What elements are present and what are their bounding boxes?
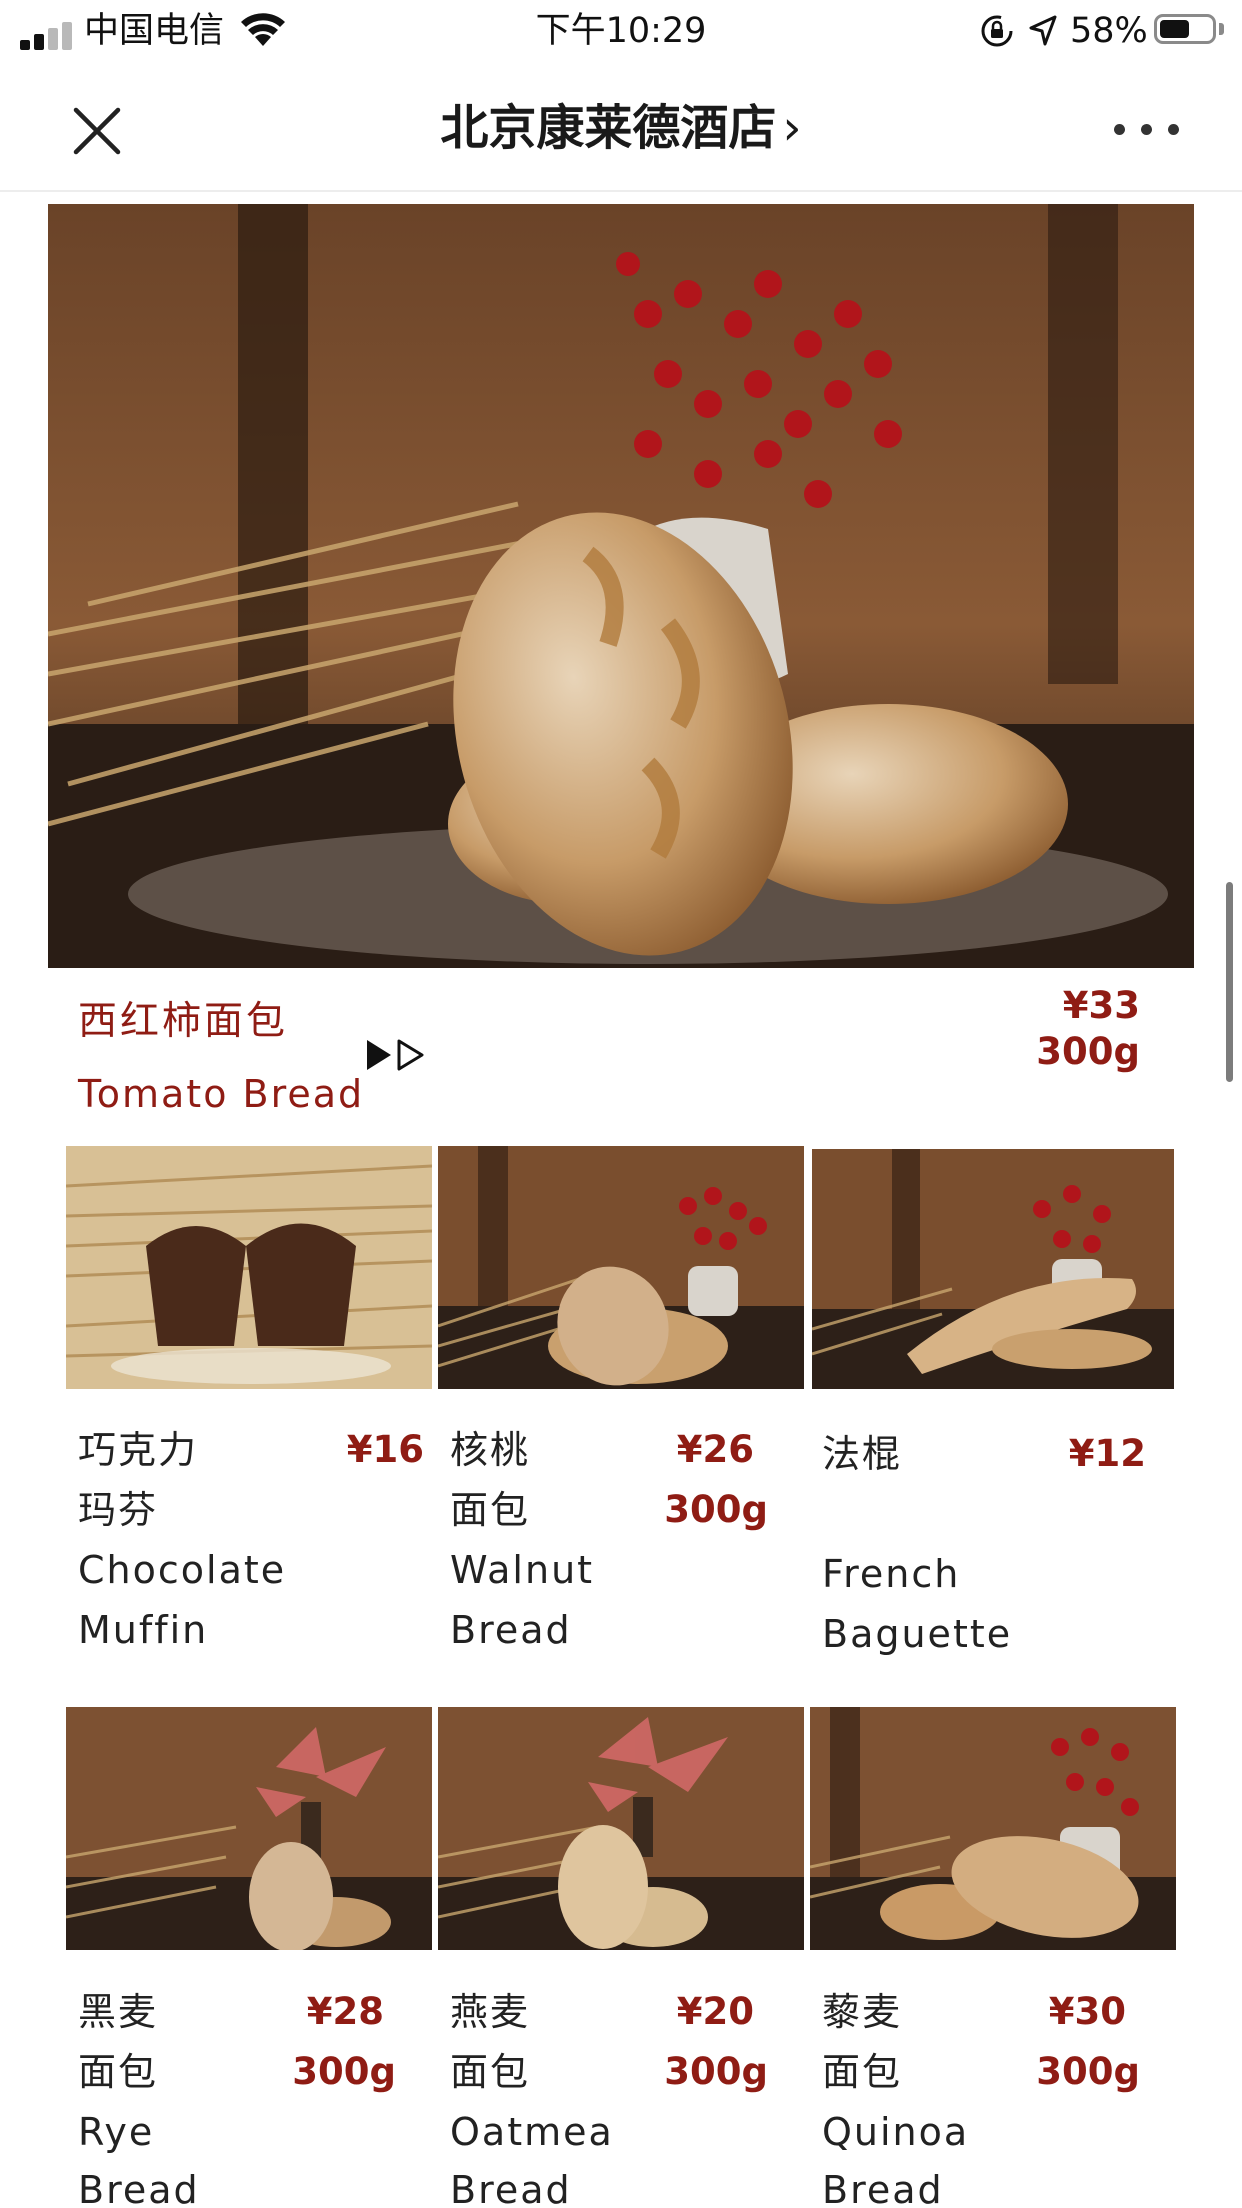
play-icon[interactable] <box>364 1036 428 1074</box>
product-5-en2: Bread <box>450 2168 572 2208</box>
chevron-right-icon: › <box>782 100 802 156</box>
product-1-en1: Chocolate <box>78 1548 287 1592</box>
product-6-price: ¥30 <box>1048 1990 1126 2033</box>
nav-bar: 北京康莱德酒店 › <box>0 62 1242 192</box>
battery-cap <box>1219 23 1224 35</box>
product-5-zh2: 面包 <box>450 2050 531 2094</box>
product-4-zh1: 黑麦 <box>78 1990 159 2034</box>
product-4-price: ¥28 <box>306 1990 384 2033</box>
product-photo-walnut-bread[interactable] <box>438 1146 804 1389</box>
product-1-zh2: 玛芬 <box>78 1488 159 1532</box>
product-6-zh1: 藜麦 <box>822 1990 903 2034</box>
product-4-en1: Rye <box>78 2110 155 2154</box>
rotation-lock-icon <box>981 15 1013 47</box>
hero-name-zh: 西红柿面包 <box>78 999 289 1044</box>
product-2-weight: 300g <box>664 1488 768 1531</box>
battery-percentage: 58% <box>1070 11 1148 51</box>
product-photo-french-baguette[interactable] <box>812 1149 1174 1389</box>
product-4-weight: 300g <box>292 2050 396 2093</box>
page-title-text: 北京康莱德酒店 <box>440 100 777 156</box>
product-1-price: ¥16 <box>346 1428 424 1471</box>
status-bar: 中国电信 下午10:29 58% <box>0 0 1242 62</box>
product-photo-chocolate-muffin[interactable] <box>66 1146 432 1389</box>
product-2-zh1: 核桃 <box>450 1428 531 1472</box>
product-2-en2: Bread <box>450 1608 572 1652</box>
hero-photo[interactable] <box>48 204 1194 968</box>
product-2-zh2: 面包 <box>450 1488 531 1532</box>
product-1-en2: Muffin <box>78 1608 209 1652</box>
product-5-price: ¥20 <box>676 1990 754 2033</box>
product-3-en1: French <box>822 1552 961 1596</box>
product-photo-oatmeal-bread[interactable] <box>438 1707 804 1950</box>
location-arrow-icon <box>1029 15 1057 46</box>
page-title[interactable]: 北京康莱德酒店 › <box>0 98 1242 158</box>
product-photo-rye-bread[interactable] <box>66 1707 432 1950</box>
hero-weight: 300g <box>1036 1030 1140 1073</box>
product-6-weight: 300g <box>1036 2050 1140 2093</box>
product-4-en2: Bread <box>78 2168 200 2208</box>
product-3-zh1: 法棍 <box>822 1432 903 1476</box>
product-4-zh2: 面包 <box>78 2050 159 2094</box>
more-button[interactable] <box>1112 112 1182 142</box>
product-5-weight: 300g <box>664 2050 768 2093</box>
product-6-en2: Bread <box>822 2168 944 2208</box>
product-3-en2: Baguette <box>822 1612 1013 1656</box>
battery-icon <box>1154 14 1216 44</box>
hero-name-en: Tomato Bread <box>78 1072 365 1116</box>
scrollbar[interactable] <box>1226 882 1233 1082</box>
product-3-price: ¥12 <box>1068 1432 1146 1475</box>
more-icon <box>1114 124 1125 135</box>
product-photo-quinoa-bread[interactable] <box>810 1707 1176 1950</box>
product-1-zh1: 巧克力 <box>78 1428 199 1472</box>
product-5-en1: Oatmea <box>450 2110 614 2154</box>
product-5-zh1: 燕麦 <box>450 1990 531 2034</box>
product-2-price: ¥26 <box>676 1428 754 1471</box>
product-6-zh2: 面包 <box>822 2050 903 2094</box>
battery-level <box>1160 20 1189 38</box>
product-6-en1: Quinoa <box>822 2110 970 2154</box>
product-2-en1: Walnut <box>450 1548 595 1592</box>
